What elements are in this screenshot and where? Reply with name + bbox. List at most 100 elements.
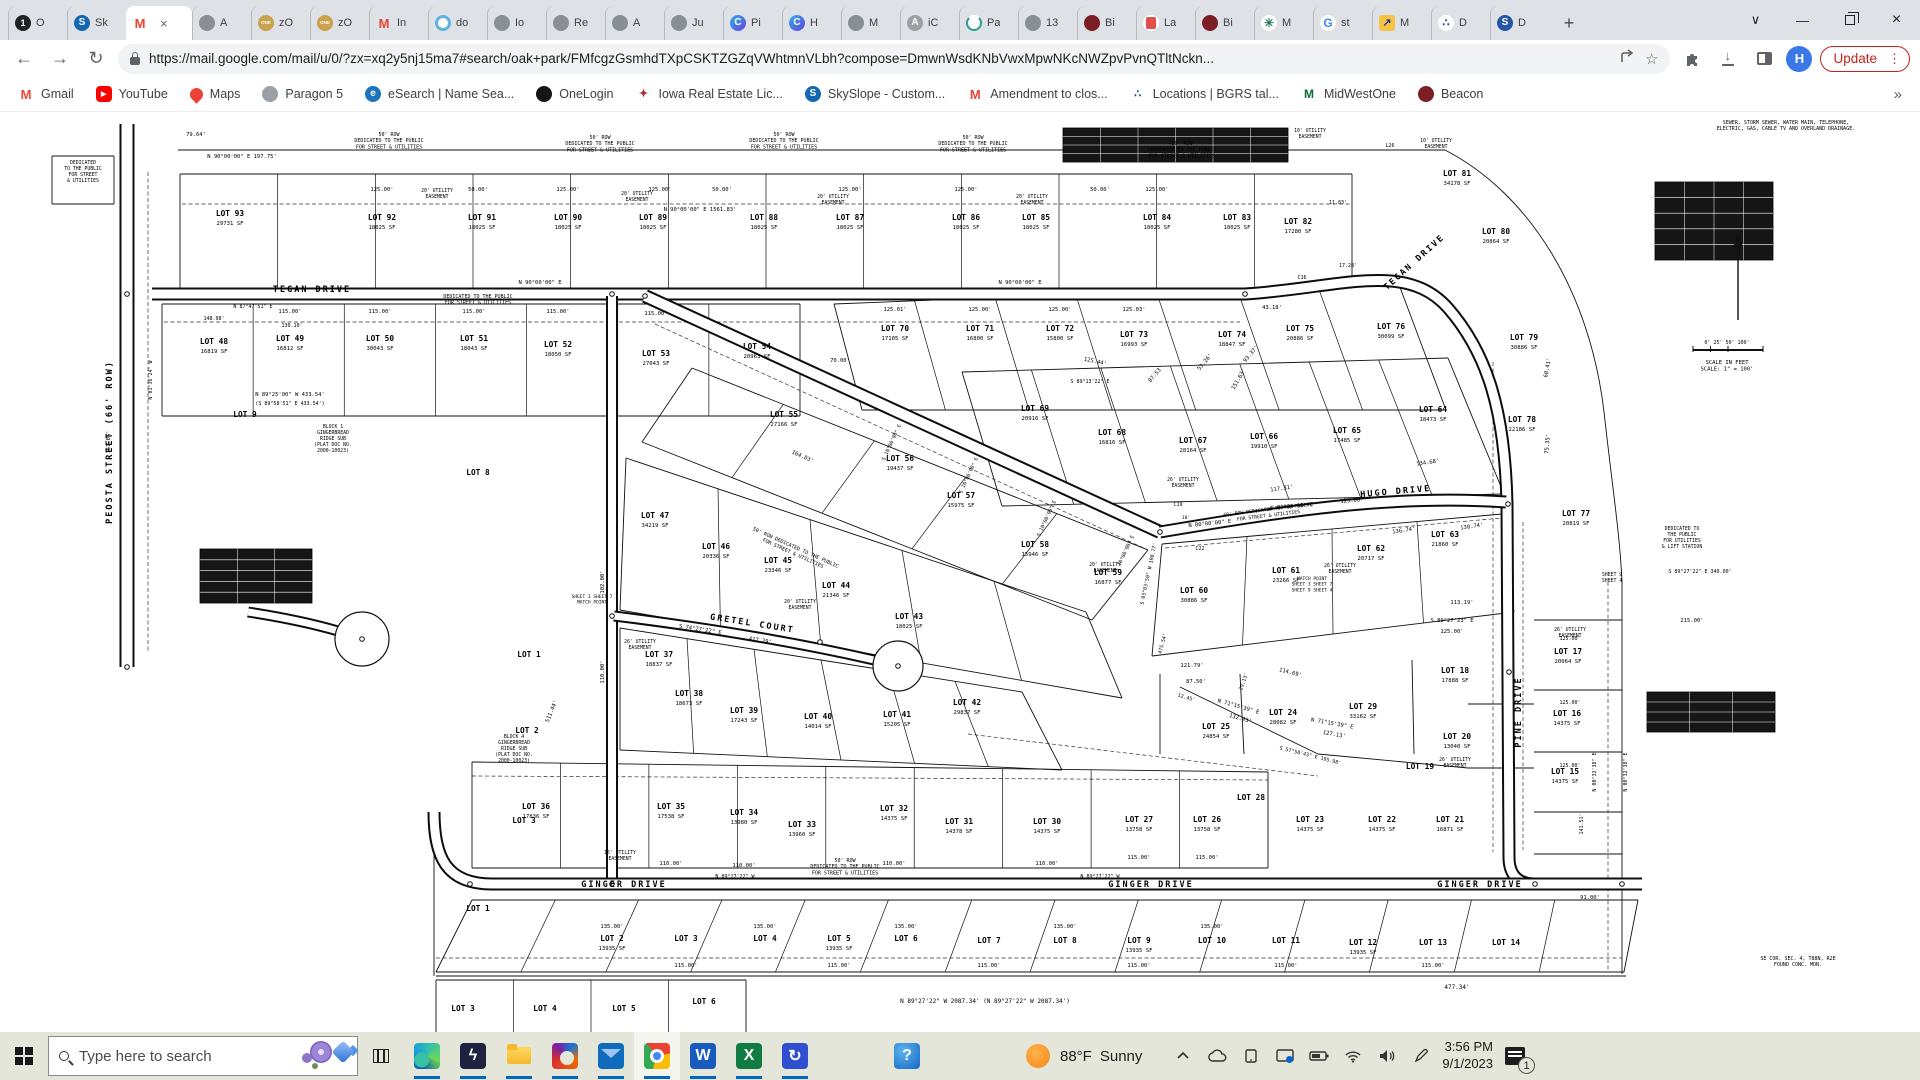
browser-tab[interactable]: SSk [67,6,126,40]
lock-icon[interactable] [130,57,140,65]
svg-text:15205 SF: 15205 SF [884,722,912,728]
extensions-puzzle-icon[interactable] [1678,45,1706,73]
browser-tab[interactable]: MIn [369,6,428,40]
taskbar-clock[interactable]: 3:56 PM 9/1/2023 [1442,1039,1493,1073]
svg-text:S 03°03'50" W 198.77': S 03°03'50" W 198.77' [1140,542,1159,605]
browser-tab[interactable]: do [428,6,487,40]
svg-text:LOT 88: LOT 88 [750,213,778,222]
weather-widget[interactable]: 88°F Sunny [1026,1044,1142,1068]
browser-tab[interactable]: Pa [959,6,1018,40]
back-button[interactable]: ← [10,45,38,73]
bookmark-item[interactable]: MGmail [18,86,74,102]
close-button[interactable]: × [1873,0,1920,40]
browser-tab[interactable]: ONEzO [310,6,369,40]
battery-icon[interactable] [1304,1032,1334,1080]
side-panel-icon[interactable] [1750,45,1778,73]
new-tab-button[interactable]: + [1555,9,1583,37]
svg-text:114.69': 114.69' [1278,667,1302,678]
forward-button[interactable]: → [46,45,74,73]
file-explorer-icon [506,1043,532,1069]
browser-tab[interactable]: 13 [1018,6,1077,40]
taskbar-app-outlook[interactable] [588,1032,634,1080]
browser-tab[interactable]: ∴D [1431,6,1490,40]
chevron-up-icon[interactable] [1168,1032,1198,1080]
start-button[interactable] [0,1032,48,1080]
browser-tab[interactable]: CPi [723,6,782,40]
gmail-icon: M [376,15,392,31]
bookmark-item[interactable]: MMidWestOne [1301,86,1396,102]
taskbar-app-sync[interactable]: ↻ [772,1032,818,1080]
taskbar-search-input[interactable]: Type here to search [48,1036,358,1076]
taskbar-app-get-help[interactable]: ? [884,1032,930,1080]
device-icon[interactable] [1236,1032,1266,1080]
bookmark-item[interactable]: OneLogin [536,86,613,102]
svg-text:18025 SF: 18025 SF [1224,225,1252,231]
cast-icon[interactable] [1270,1032,1300,1080]
search-daily-image[interactable] [310,1041,351,1063]
browser-menu-icon[interactable]: ⋮ [1884,51,1905,67]
download-icon[interactable] [1714,45,1742,73]
svg-text:LOT 6: LOT 6 [692,997,716,1006]
bookmark-item[interactable]: Beacon [1418,86,1483,102]
bookmark-item[interactable]: eeSearch | Name Sea... [365,86,514,102]
browser-tab[interactable]: Gst [1313,6,1372,40]
browser-tab[interactable]: A [605,6,664,40]
pen-icon[interactable] [1406,1032,1436,1080]
notification-center-button[interactable]: 1 [1493,1032,1537,1080]
bookmark-item[interactable]: Maps [190,87,241,101]
browser-tab-active[interactable]: M× [126,6,192,40]
tab-close-icon[interactable]: × [160,16,168,31]
update-button[interactable]: Update ⋮ [1820,46,1910,72]
browser-tab[interactable]: CH [782,6,841,40]
browser-tab[interactable]: AiC [900,6,959,40]
taskbar-app-excel[interactable]: X [726,1032,772,1080]
browser-menu-chevron-icon[interactable]: ∨ [1732,0,1779,40]
taskbar-app-edge[interactable] [404,1032,450,1080]
content-area[interactable]: TEGAN DRIVETEGAN DRIVEGRETEL COURTHUGO D… [0,112,1920,1032]
taskbar-app-microsoft-365[interactable] [542,1032,588,1080]
svg-text:LOT 9: LOT 9 [233,410,257,419]
share-icon[interactable] [1620,49,1636,69]
wifi-icon[interactable] [1338,1032,1368,1080]
browser-tab[interactable]: SD [1490,6,1549,40]
bookmark-item[interactable]: Paragon 5 [262,86,343,102]
bookmark-item[interactable]: ∴Locations | BGRS tal... [1130,86,1279,102]
browser-tab[interactable]: ONEzO [251,6,310,40]
taskbar-app-file-explorer[interactable] [496,1032,542,1080]
browser-tab[interactable]: Bi [1077,6,1136,40]
volume-icon[interactable] [1372,1032,1402,1080]
svg-text:N 90°00'00" E 197.75': N 90°00'00" E 197.75' [207,154,277,160]
bookmark-star-icon[interactable]: ☆ [1645,50,1658,68]
cpill-icon: C [789,15,805,31]
address-bar[interactable]: https://mail.google.com/mail/u/0/?zx=xq2… [118,44,1670,74]
browser-tab[interactable]: ↗M [1372,6,1431,40]
browser-tab[interactable]: ✳M [1254,6,1313,40]
taskbar-app-task-view[interactable] [358,1032,404,1080]
bookmark-item[interactable]: MAmendment to clos... [967,86,1107,102]
browser-tab[interactable]: 1O [8,6,67,40]
reload-button[interactable]: ↻ [82,45,110,73]
browser-tab[interactable]: Re [546,6,605,40]
taskbar-app-bolt[interactable]: ϟ [450,1032,496,1080]
svg-text:115.00': 115.00' [1274,963,1297,969]
word-icon: W [690,1043,716,1069]
restore-button[interactable] [1826,0,1873,40]
browser-tab[interactable]: Io [487,6,546,40]
url-text[interactable]: https://mail.google.com/mail/u/0/?zx=xq2… [149,51,1611,66]
browser-tab[interactable]: La [1136,6,1195,40]
svg-text:10': 10' [1182,515,1190,521]
onedrive-icon[interactable] [1202,1032,1232,1080]
bookmark-item[interactable]: ✦Iowa Real Estate Lic... [636,86,783,102]
bookmarks-overflow-chevron[interactable]: » [1894,86,1902,103]
minimize-button[interactable]: — [1779,0,1826,40]
taskbar-app-word[interactable]: W [680,1032,726,1080]
profile-avatar[interactable]: H [1786,46,1812,72]
browser-tab[interactable]: Bi [1195,6,1254,40]
browser-tab[interactable]: Ju [664,6,723,40]
bookmark-item[interactable]: ▶YouTube [96,86,168,102]
svg-text:20819 SF: 20819 SF [1563,521,1591,527]
bookmark-item[interactable]: SSkySlope - Custom... [805,86,945,102]
browser-tab[interactable]: M [841,6,900,40]
browser-tab[interactable]: A [192,6,251,40]
taskbar-app-chrome[interactable] [634,1032,680,1080]
